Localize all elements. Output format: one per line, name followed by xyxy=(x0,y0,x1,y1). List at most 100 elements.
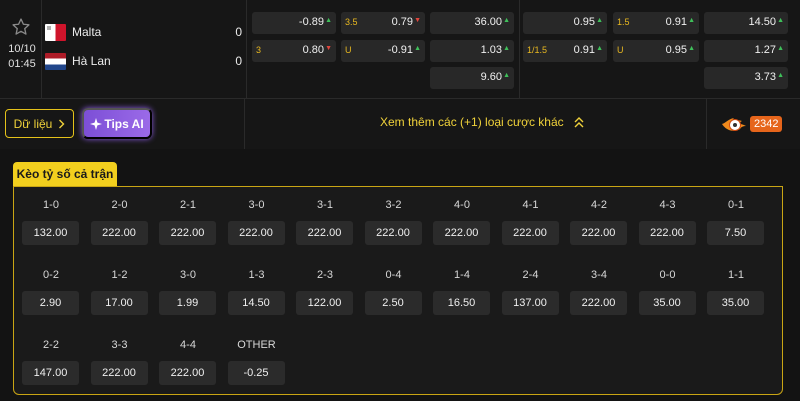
odds-cell[interactable]: 1.27 ▲ xyxy=(704,40,788,62)
odds-cell[interactable]: 1.03 ▲ xyxy=(430,40,514,62)
score-odds-button[interactable]: 222.00 xyxy=(227,221,285,245)
score-odds-button[interactable]: 137.00 xyxy=(501,291,559,315)
column-divider xyxy=(244,99,245,149)
score-odds-button[interactable]: 14.50 xyxy=(227,291,285,315)
tab-correct-score[interactable]: Kèo tỷ số cả trận xyxy=(13,162,117,186)
odds-value: 3.73 xyxy=(754,71,776,83)
trend-down-icon: ▼ xyxy=(325,45,332,52)
score-odds-button[interactable]: 222.00 xyxy=(296,221,353,245)
score-odds-button[interactable]: 7.50 xyxy=(707,221,764,245)
score-odds-button[interactable]: 122.00 xyxy=(296,291,353,315)
score-odds-button[interactable]: 35.00 xyxy=(638,291,696,315)
hot-badge[interactable]: 2342 xyxy=(720,114,784,134)
odds-cell[interactable]: 1/1.5 0.91 ▲ xyxy=(523,40,607,62)
odds-cell[interactable]: U -0.91 ▲ xyxy=(341,40,425,62)
away-team-score: 0 xyxy=(235,54,242,68)
favorite-star-icon[interactable] xyxy=(11,17,31,37)
tips-ai-button[interactable]: Tips AI xyxy=(82,108,152,139)
score-label: 3-1 xyxy=(317,199,333,211)
odds-cell[interactable]: 3.5 0.79 ▼ xyxy=(341,12,425,34)
odds-cell[interactable]: 0.95 ▲ xyxy=(523,12,607,34)
match-info-column: 10/10 01:45 xyxy=(0,0,42,98)
score-odds-button[interactable]: 222.00 xyxy=(159,361,216,385)
more-bets-link[interactable]: Xem thêm các (+1) loại cược khác xyxy=(380,115,584,129)
match-time: 01:45 xyxy=(8,58,36,70)
score-odds-button[interactable]: 2.50 xyxy=(364,291,422,315)
trend-up-icon: ▲ xyxy=(503,45,510,52)
trend-up-icon: ▲ xyxy=(596,17,603,24)
match-row: 10/10 01:45 Malta 0 Hà Lan 0 -0.89 ▲ 3.5 0… xyxy=(0,0,800,98)
odds-cell[interactable]: 14.50 ▲ xyxy=(704,12,788,34)
score-label: 4-1 xyxy=(522,199,539,211)
score-odds-button[interactable]: 222.00 xyxy=(433,221,490,245)
score-odds-button[interactable]: 222.00 xyxy=(570,221,627,245)
score-odds-button[interactable]: 222.00 xyxy=(159,221,216,245)
score-label: 1-2 xyxy=(111,269,128,281)
odds-cell[interactable]: 36.00 ▲ xyxy=(430,12,514,34)
odds-value: 0.95 xyxy=(665,44,687,56)
column-divider xyxy=(246,0,247,98)
odds-value: 0.79 xyxy=(391,16,413,28)
trend-up-icon: ▲ xyxy=(777,17,784,24)
trend-up-icon: ▲ xyxy=(688,17,695,24)
score-label: 2-0 xyxy=(111,199,128,211)
odds-value: 0.95 xyxy=(573,16,595,28)
score-odds-button[interactable]: 222.00 xyxy=(501,221,559,245)
odds-cell[interactable]: 3 0.80 ▼ xyxy=(252,40,336,62)
odds-cell[interactable]: -0.89 ▲ xyxy=(252,12,336,34)
column-divider xyxy=(519,0,520,98)
away-team-name: Hà Lan xyxy=(72,54,111,68)
double-chevron-up-icon xyxy=(574,116,584,127)
score-odds-button[interactable]: 222.00 xyxy=(364,221,422,245)
away-team[interactable]: Hà Lan 0 xyxy=(44,50,242,72)
odds-cell[interactable]: 9.60 ▲ xyxy=(430,67,514,89)
home-team-score: 0 xyxy=(235,25,242,39)
correct-score-section: Kèo tỷ số cả trận 1-0 132.00 2-0 222.00 2-1 2… xyxy=(0,149,800,401)
score-label: OTHER xyxy=(237,339,276,351)
score-label: 4-2 xyxy=(591,199,607,211)
data-button[interactable]: Dữ liệu xyxy=(5,109,74,138)
trend-down-icon: ▼ xyxy=(414,17,421,24)
trend-up-icon: ▲ xyxy=(777,45,784,52)
score-odds-button[interactable]: 222.00 xyxy=(570,291,627,315)
odds-line: 1/1.5 xyxy=(527,45,548,55)
trend-up-icon: ▲ xyxy=(777,72,784,79)
score-odds-button[interactable]: 2.90 xyxy=(22,291,79,315)
match-date: 10/10 xyxy=(8,43,36,55)
score-odds-button[interactable]: 35.00 xyxy=(707,291,764,315)
score-odds-button[interactable]: 132.00 xyxy=(22,221,79,245)
score-label: 4-0 xyxy=(454,199,470,211)
match-datetime: 10/10 01:45 xyxy=(4,42,40,72)
score-odds-button[interactable]: 222.00 xyxy=(638,221,696,245)
score-label: 0-1 xyxy=(728,199,744,211)
score-label: 2-3 xyxy=(317,269,333,281)
score-odds-button[interactable]: 16.50 xyxy=(433,291,490,315)
score-odds-button[interactable]: 17.00 xyxy=(90,291,148,315)
odds-line: 1.5 xyxy=(617,17,630,27)
odds-cell[interactable]: U 0.95 ▲ xyxy=(613,40,699,62)
score-odds-button[interactable]: -0.25 xyxy=(227,361,285,385)
malta-flag-icon xyxy=(45,23,66,41)
odds-cell[interactable]: 3.73 ▲ xyxy=(704,67,788,89)
odds-cell[interactable]: 1.5 0.91 ▲ xyxy=(613,12,699,34)
trend-up-icon: ▲ xyxy=(596,45,603,52)
score-odds-button[interactable]: 1.99 xyxy=(159,291,216,315)
correct-score-grid: 1-0 132.00 2-0 222.00 2-1 222.00 3-0 222.00 3-1 2… xyxy=(13,186,783,395)
score-label: 1-4 xyxy=(454,269,470,281)
odds-value: -0.91 xyxy=(387,44,413,56)
score-label: 3-0 xyxy=(248,199,265,211)
score-label: 3-3 xyxy=(111,339,128,351)
score-label: 3-4 xyxy=(591,269,607,281)
home-team[interactable]: Malta 0 xyxy=(44,21,242,43)
trend-up-icon: ▲ xyxy=(503,72,510,79)
odds-line: U xyxy=(617,45,624,55)
odds-value: 14.50 xyxy=(748,16,776,28)
score-label: 4-3 xyxy=(659,199,676,211)
trend-up-icon: ▲ xyxy=(503,17,510,24)
odds-value: 1.03 xyxy=(480,44,502,56)
score-odds-button[interactable]: 222.00 xyxy=(90,221,148,245)
score-odds-button[interactable]: 222.00 xyxy=(90,361,148,385)
score-label: 1-3 xyxy=(248,269,265,281)
odds-value: 0.91 xyxy=(665,16,687,28)
score-odds-button[interactable]: 147.00 xyxy=(22,361,79,385)
